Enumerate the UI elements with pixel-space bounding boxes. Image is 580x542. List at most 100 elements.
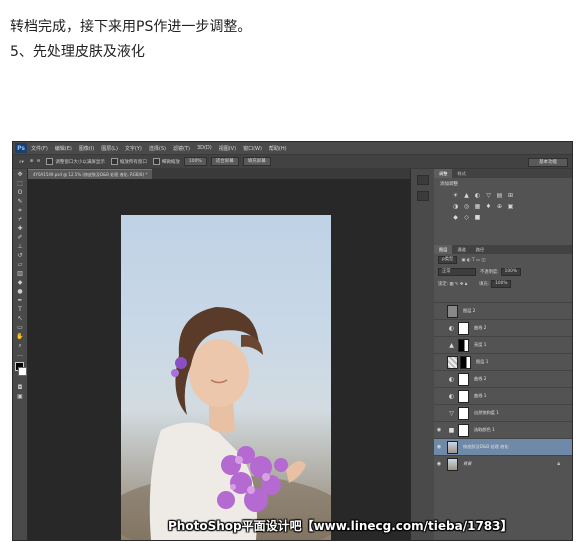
canvas-area[interactable]: [28, 179, 410, 540]
zoom-all-checkbox[interactable]: [110, 158, 118, 165]
actual-pixels-button[interactable]: 100%: [183, 157, 207, 166]
threshold-adjust-icon[interactable]: ◇: [463, 214, 471, 222]
more-tools-icon[interactable]: …: [16, 351, 24, 358]
lasso-tool-icon[interactable]: ʘ: [16, 189, 24, 196]
gradient-tool-icon[interactable]: ▥: [16, 270, 24, 277]
quick-mask-icon[interactable]: ◘: [16, 384, 24, 391]
brush-tool-icon[interactable]: ✐: [16, 234, 24, 241]
lock-transparent-icon[interactable]: ▦: [449, 282, 453, 287]
layer-row[interactable]: 图层 2: [434, 302, 572, 319]
lock-all-icon[interactable]: 🔒︎: [465, 282, 467, 287]
menu-image[interactable]: 图像(I): [79, 145, 94, 152]
hue-saturation-adjust-icon[interactable]: ⊞: [507, 192, 515, 200]
fit-screen-button[interactable]: 适合屏幕: [210, 157, 239, 166]
zoom-tool-icon[interactable]: ⌕▾: [19, 159, 24, 165]
healing-brush-tool-icon[interactable]: ✚: [16, 225, 24, 232]
tab-channels[interactable]: 通道: [452, 245, 470, 254]
exposure-adjust-icon[interactable]: ▽: [485, 192, 493, 200]
filter-pixel-icon[interactable]: ▣: [461, 258, 465, 263]
layer-name: 背景: [463, 461, 472, 466]
layer-row[interactable]: ◐ 曲线 2: [434, 319, 572, 336]
screen-mode-icon[interactable]: ▣: [16, 393, 24, 400]
tab-paths[interactable]: 路径: [471, 245, 489, 254]
resize-windows-checkbox[interactable]: [46, 158, 54, 165]
layer-row[interactable]: ◉ ■ 选取颜色 1: [434, 421, 572, 438]
brightness-adjust-icon[interactable]: ☀: [452, 192, 460, 200]
color-balance-adjust-icon[interactable]: ◑: [452, 203, 460, 211]
color-lookup-adjust-icon[interactable]: ⊕: [496, 203, 504, 211]
pen-tool-icon[interactable]: ✒: [16, 297, 24, 304]
menu-filter[interactable]: 滤镜(T): [173, 145, 190, 152]
history-brush-tool-icon[interactable]: ↺: [16, 252, 24, 259]
menu-file[interactable]: 文件(F): [31, 145, 48, 152]
menu-window[interactable]: 窗口(W): [243, 145, 262, 152]
dodge-tool-icon[interactable]: ●: [16, 288, 24, 295]
clone-stamp-tool-icon[interactable]: ⊥: [16, 243, 24, 250]
type-tool-icon[interactable]: T: [16, 306, 24, 313]
opacity-label: 不透明度:: [480, 270, 499, 275]
path-select-tool-icon[interactable]: ↖: [16, 315, 24, 322]
layers-panel-tabs: 图层 通道 路径: [434, 245, 572, 254]
fill-screen-button[interactable]: 填充屏幕: [242, 157, 271, 166]
crop-tool-icon[interactable]: ⌗: [16, 207, 24, 214]
opacity-input[interactable]: 100%: [500, 268, 521, 276]
blend-mode-select[interactable]: 正常: [438, 268, 476, 276]
menu-type[interactable]: 文字(Y): [125, 145, 142, 152]
posterize-adjust-icon[interactable]: ◆: [452, 214, 460, 222]
marquee-tool-icon[interactable]: ⬚: [16, 180, 24, 187]
black-white-adjust-icon[interactable]: ◎: [463, 203, 471, 211]
filter-shape-icon[interactable]: ▭: [476, 258, 480, 263]
workspace-select[interactable]: 基本功能: [528, 158, 568, 167]
menu-select[interactable]: 选择(S): [149, 145, 166, 152]
menu-view[interactable]: 视图(V): [219, 145, 236, 152]
selective-color-adjust-icon[interactable]: ■: [474, 214, 482, 222]
eye-icon[interactable]: ◉: [434, 444, 444, 450]
layer-row[interactable]: ▲ 亮度 1: [434, 336, 572, 353]
tab-layers[interactable]: 图层: [434, 245, 453, 254]
eye-icon[interactable]: ◉: [434, 427, 444, 433]
zoom-in-icon[interactable]: ⊕: [30, 159, 34, 164]
filter-adjust-icon[interactable]: ◐: [467, 258, 471, 263]
layer-row-selected[interactable]: ◉ 修皮肤及D&B 处理 液化: [434, 438, 572, 455]
channel-mixer-adjust-icon[interactable]: ♦: [485, 203, 493, 211]
filter-smart-icon[interactable]: ◫: [481, 258, 485, 263]
move-tool-icon[interactable]: ✥: [16, 171, 24, 178]
menu-3d[interactable]: 3D(D): [197, 145, 212, 151]
properties-panel-icon[interactable]: [417, 191, 429, 201]
invert-adjust-icon[interactable]: ▣: [507, 203, 515, 211]
curves-adjust-icon[interactable]: ◐: [474, 192, 482, 200]
history-panel-icon[interactable]: [417, 175, 429, 185]
fill-input[interactable]: 100%: [491, 280, 512, 288]
layer-kind-filter[interactable]: ρ类型: [438, 256, 458, 264]
levels-adjust-icon[interactable]: ▲: [463, 192, 471, 200]
eye-icon[interactable]: ◉: [434, 461, 444, 467]
lock-icon: 🔒︎: [557, 461, 560, 467]
layer-name: 自然饱和度 1: [474, 410, 499, 415]
menu-edit[interactable]: 编辑(E): [55, 145, 72, 152]
filter-type-icon[interactable]: T: [472, 258, 475, 263]
eyedropper-tool-icon[interactable]: ⌿: [16, 216, 24, 223]
layer-row[interactable]: 图层 1: [434, 353, 572, 370]
photo-filter-adjust-icon[interactable]: ▦: [474, 203, 482, 211]
vibrance-adjust-icon[interactable]: ▤: [496, 192, 504, 200]
layer-row[interactable]: ◐ 曲线 1: [434, 387, 572, 404]
background-color-swatch[interactable]: [18, 367, 27, 376]
lock-position-icon[interactable]: ✥: [460, 282, 464, 287]
document-tab[interactable]: 4Y0A1549.psd @ 12.5% (修皮肤及D&B 处理 液化, RGB…: [28, 169, 153, 179]
lock-image-icon[interactable]: ✎: [455, 282, 459, 287]
layer-row[interactable]: ◐ 曲线 2: [434, 370, 572, 387]
zoom-tool-sidebar-icon[interactable]: ⌕: [16, 342, 24, 349]
tab-styles[interactable]: 样式: [452, 169, 470, 178]
hand-tool-icon[interactable]: ✋: [16, 333, 24, 340]
blur-tool-icon[interactable]: ◆: [16, 279, 24, 286]
quick-select-tool-icon[interactable]: ✎: [16, 198, 24, 205]
menu-help[interactable]: 帮助(H): [269, 145, 287, 152]
tab-adjustments[interactable]: 调整: [434, 169, 453, 178]
menu-layer[interactable]: 图层(L): [101, 145, 118, 152]
layer-row[interactable]: ◉ 背景 🔒︎: [434, 455, 572, 472]
shape-tool-icon[interactable]: ▭: [16, 324, 24, 331]
scrubby-zoom-checkbox[interactable]: [152, 158, 160, 165]
layer-row[interactable]: ▽ 自然饱和度 1: [434, 404, 572, 421]
eraser-tool-icon[interactable]: ▱: [16, 261, 24, 268]
zoom-out-icon[interactable]: ⊖: [37, 159, 41, 164]
